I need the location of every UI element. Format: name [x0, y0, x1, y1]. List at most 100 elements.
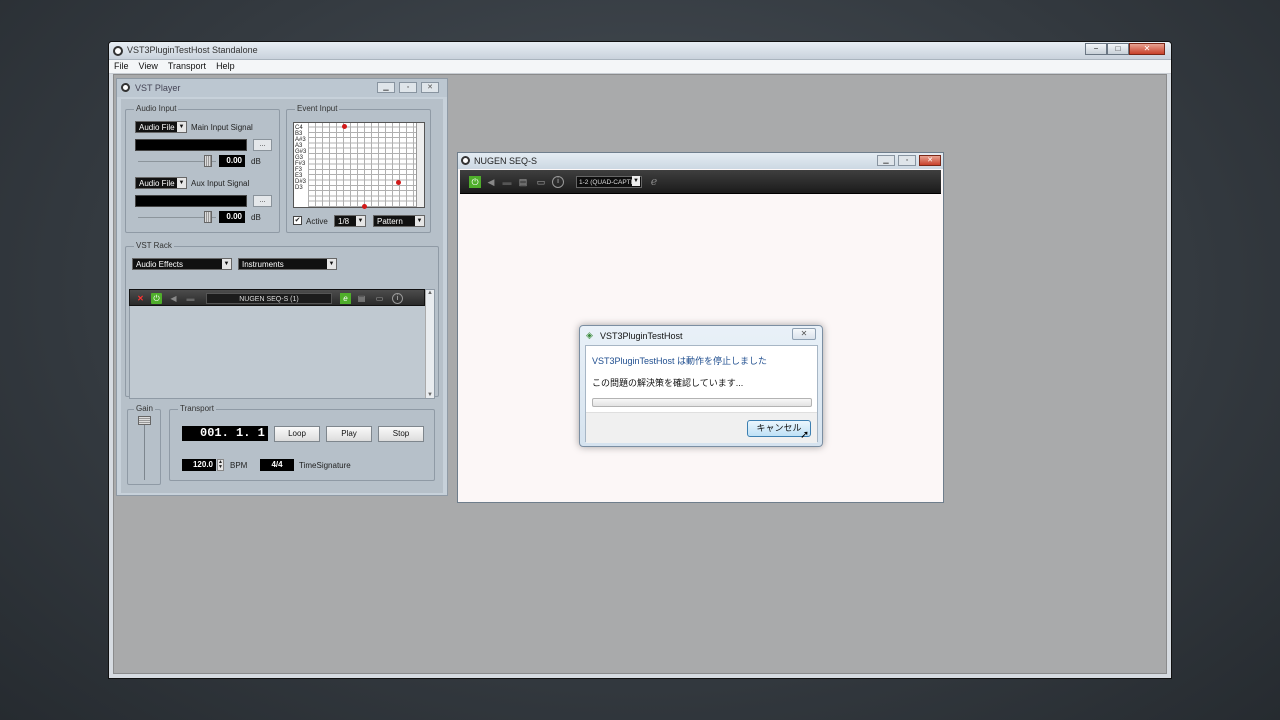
scroll-up-icon[interactable]: ▲: [426, 290, 434, 296]
main-titlebar[interactable]: VST3PluginTestHost Standalone − □ ✕: [109, 42, 1171, 60]
nugen-window-controls: ▁ ▫ ✕: [877, 155, 941, 166]
bpm-label: BPM: [230, 461, 248, 470]
folder-icon[interactable]: ▭: [535, 176, 547, 188]
main-input-source-dropdown[interactable]: Audio File ▼: [135, 121, 187, 133]
menu-transport[interactable]: Transport: [163, 60, 211, 73]
gain-slider-track[interactable]: [144, 420, 145, 480]
event-pattern-grid[interactable]: C4 B3 A#3 A3 G#3 G3 F#3 F3 E3 D#3 D3: [293, 122, 425, 209]
chevron-down-icon: ▼: [222, 259, 231, 269]
save-icon[interactable]: ▤: [517, 176, 529, 188]
vst-player-titlebar[interactable]: VST Player ▁ ▫ ✕: [117, 79, 447, 97]
vst-rack-group: VST Rack Audio Effects ▼ Instruments ▼ ▲…: [125, 241, 439, 399]
remove-plugin-icon[interactable]: ✕: [135, 293, 146, 304]
chevron-down-icon: ▼: [327, 259, 336, 269]
time-signature-value[interactable]: 4/4: [260, 459, 294, 471]
info-icon[interactable]: i: [392, 293, 403, 304]
app-icon: [113, 46, 123, 56]
menu-view[interactable]: View: [134, 60, 163, 73]
error-dialog: ◈ VST3PluginTestHost ✕ VST3PluginTestHos…: [579, 325, 823, 447]
grid-scrollbar[interactable]: [416, 123, 424, 207]
edit-icon[interactable]: e: [648, 176, 660, 188]
info-icon[interactable]: i: [552, 176, 564, 188]
note-event-dot[interactable]: [396, 180, 401, 185]
menubar: File View Transport Help: [109, 60, 1171, 74]
resolution-dropdown[interactable]: 1/8 ▼: [334, 215, 366, 227]
nugen-maximize-button[interactable]: ▫: [898, 155, 916, 166]
aux-input-gain-thumb[interactable]: [204, 211, 212, 223]
main-input-source-value: Audio File: [139, 123, 175, 132]
mute-icon[interactable]: ◀: [485, 176, 497, 188]
power-icon[interactable]: ⏻: [151, 293, 162, 304]
menu-help[interactable]: Help: [211, 60, 240, 73]
nugen-app-icon: [461, 156, 470, 165]
transport-label: Transport: [178, 404, 216, 413]
mute-icon[interactable]: ◀: [168, 293, 179, 304]
main-input-label: Main Input Signal: [191, 123, 253, 132]
vst-player-maximize-button[interactable]: ▫: [399, 82, 417, 93]
bpm-stepper[interactable]: ▲ ▼: [217, 459, 224, 471]
bpm-value[interactable]: 120.0: [182, 459, 216, 471]
note-label: D3: [295, 185, 303, 191]
aux-input-gain-value[interactable]: 0.00: [219, 211, 245, 223]
vst-rack-label: VST Rack: [134, 241, 174, 250]
rack-scrollbar[interactable]: ▲ ▼: [425, 290, 434, 398]
note-event-dot[interactable]: [342, 124, 347, 129]
instruments-value: Instruments: [242, 260, 284, 269]
chevron-down-icon[interactable]: ▼: [632, 176, 640, 186]
maximize-button[interactable]: □: [1107, 43, 1129, 55]
aux-input-file-field[interactable]: [135, 195, 247, 207]
main-input-browse-button[interactable]: ...: [253, 139, 272, 151]
chevron-down-icon: ▼: [177, 122, 186, 132]
vst-player-title: VST Player: [135, 83, 181, 93]
rack-plugin-row: ✕ ⏻ ◀ ▬ NUGEN SEQ-S (1) e ▤ ▭ i: [129, 289, 425, 306]
app-error-icon: ◈: [586, 330, 593, 340]
power-icon[interactable]: ⏻: [469, 176, 481, 188]
nugen-titlebar[interactable]: NUGEN SEQ-S ▁ ▫ ✕: [458, 153, 943, 169]
dialog-close-button[interactable]: ✕: [792, 328, 816, 340]
main-input-gain-value[interactable]: 0.00: [219, 155, 245, 167]
grid-cells[interactable]: [308, 123, 416, 207]
nugen-close-button[interactable]: ✕: [919, 155, 941, 166]
plugin-name[interactable]: NUGEN SEQ-S (1): [206, 293, 332, 304]
main-input-gain-thumb[interactable]: [204, 155, 212, 167]
transport-position: 001. 1. 1: [182, 426, 268, 441]
vst-player-close-button[interactable]: ✕: [421, 82, 439, 93]
event-input-group: Event Input C4 B3 A#3 A3 G#3 G3 F#3 F3 E…: [286, 104, 431, 233]
transport-group: Transport 001. 1. 1 Loop Play Stop 120.0…: [169, 404, 435, 481]
stop-button[interactable]: Stop: [378, 426, 424, 442]
close-button[interactable]: ✕: [1129, 43, 1165, 55]
bypass-icon[interactable]: ▬: [185, 293, 196, 304]
pattern-mode-value: Pattern: [377, 217, 403, 226]
bypass-icon[interactable]: ▬: [501, 176, 513, 188]
vst-player-minimize-button[interactable]: ▁: [377, 82, 395, 93]
aux-input-source-value: Audio File: [139, 179, 175, 188]
dialog-message: VST3PluginTestHost は動作を停止しました: [592, 356, 768, 366]
audio-effects-dropdown[interactable]: Audio Effects ▼: [132, 258, 232, 270]
note-event-dot[interactable]: [362, 204, 367, 209]
active-label: Active: [306, 217, 328, 226]
gain-label: Gain: [134, 404, 155, 413]
vst-player-controls: ▁ ▫ ✕: [377, 82, 439, 93]
chevron-down-icon: ▼: [356, 216, 365, 226]
menu-file[interactable]: File: [109, 60, 134, 73]
folder-icon[interactable]: ▭: [374, 293, 385, 304]
minimize-button[interactable]: −: [1085, 43, 1107, 55]
vst-player-window: VST Player ▁ ▫ ✕ Audio Input Audio File …: [116, 78, 448, 496]
scroll-down-icon[interactable]: ▼: [426, 392, 434, 398]
aux-input-source-dropdown[interactable]: Audio File ▼: [135, 177, 187, 189]
aux-input-browse-button[interactable]: ...: [253, 195, 272, 207]
main-input-file-field[interactable]: [135, 139, 247, 151]
time-signature-label: TimeSignature: [299, 461, 351, 470]
loop-button[interactable]: Loop: [274, 426, 320, 442]
nugen-toolbar: ⏻ ◀ ▬ ▤ ▭ i 1-2 (QUAD-CAPTI ▼ e: [460, 170, 941, 194]
play-button[interactable]: Play: [326, 426, 372, 442]
edit-icon[interactable]: e: [340, 293, 351, 304]
active-checkbox[interactable]: ✔: [293, 216, 302, 225]
save-icon[interactable]: ▤: [356, 293, 367, 304]
aux-input-gain-unit: dB: [251, 213, 261, 222]
nugen-minimize-button[interactable]: ▁: [877, 155, 895, 166]
resolution-value: 1/8: [338, 217, 350, 226]
gain-slider-thumb[interactable]: [138, 416, 151, 425]
instruments-dropdown[interactable]: Instruments ▼: [238, 258, 337, 270]
pattern-mode-dropdown[interactable]: Pattern ▼: [373, 215, 425, 227]
